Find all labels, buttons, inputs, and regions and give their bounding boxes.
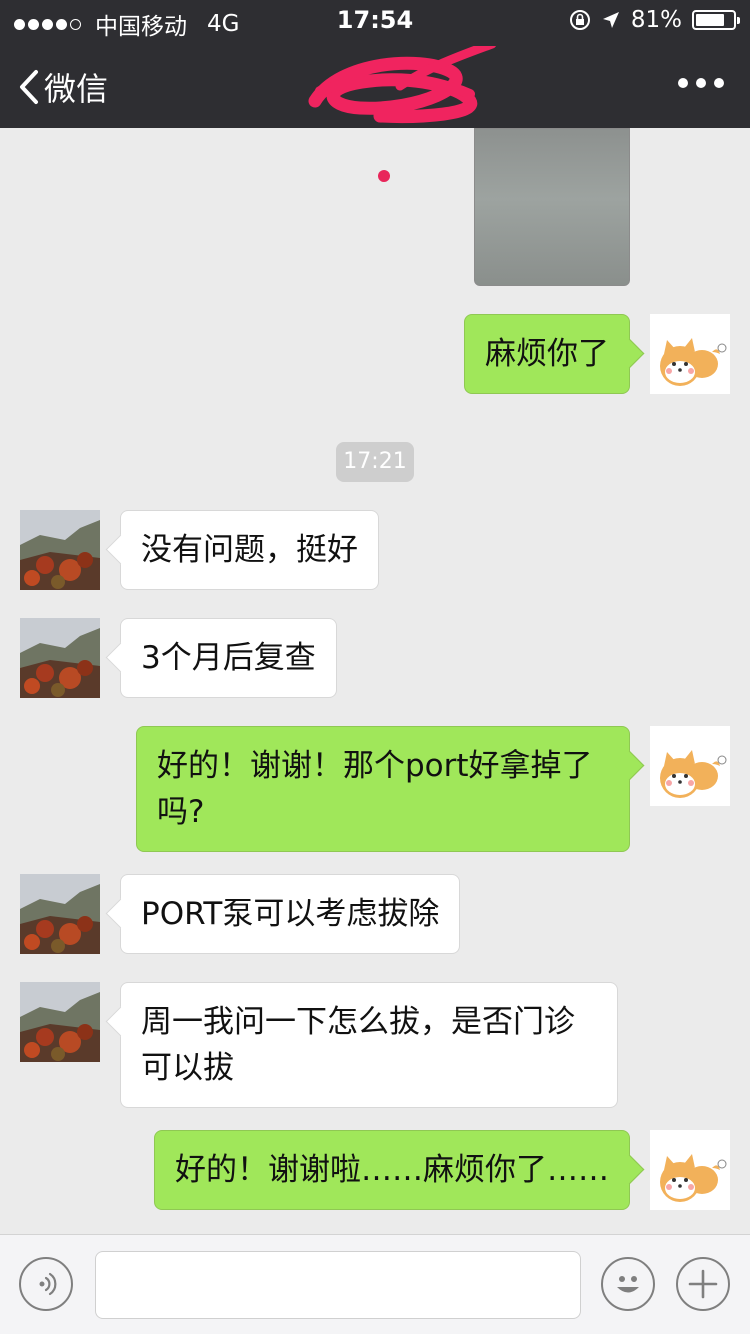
input-bar	[0, 1234, 750, 1334]
message-bubble-in[interactable]: PORT泵可以考虑拔除	[120, 874, 461, 954]
more-options-button[interactable]	[678, 78, 724, 88]
avatar-contact[interactable]	[20, 618, 100, 698]
message-row-in: 3个月后复查	[0, 618, 750, 698]
message-bubble-out[interactable]: 好的！谢谢啦……麻烦你了……	[154, 1130, 630, 1210]
mountain-avatar-icon	[20, 510, 100, 590]
unread-dot	[378, 170, 390, 182]
avatar-self[interactable]	[650, 1130, 730, 1210]
message-text: 3个月后复查	[141, 640, 316, 676]
message-row-out: 麻烦你了	[0, 314, 750, 394]
message-input[interactable]	[95, 1251, 581, 1319]
message-row-out: 好的！谢谢！那个port好拿掉了吗?	[0, 726, 750, 852]
mountain-avatar-icon	[20, 982, 100, 1062]
emoji-icon	[617, 1276, 639, 1293]
message-text: PORT泵可以考虑拔除	[141, 896, 440, 932]
battery-fill	[696, 14, 725, 26]
avatar-contact[interactable]	[20, 874, 100, 954]
redacted-chat-title	[308, 46, 497, 123]
message-row-in: PORT泵可以考虑拔除	[0, 874, 750, 954]
battery-icon	[692, 10, 740, 30]
orientation-lock-icon	[569, 10, 590, 30]
message-bubble-in[interactable]: 3个月后复查	[120, 618, 337, 698]
message-row-in: 没有问题，挺好	[0, 510, 750, 590]
message-row-out: 好的！谢谢啦……麻烦你了……	[0, 1130, 750, 1210]
message-text: 麻烦你了	[485, 336, 609, 372]
plus-icon	[688, 1269, 718, 1299]
message-text: 好的！谢谢！那个port好拿掉了吗?	[157, 748, 593, 830]
status-bar: 中国移动 4G 17:54 81%	[0, 0, 750, 40]
shiba-avatar-icon	[650, 1130, 730, 1210]
back-button[interactable]: 微信	[18, 64, 108, 110]
message-row-in: 周一我问一下怎么拔，是否门诊可以拔	[0, 982, 750, 1108]
chevron-left-icon	[20, 70, 38, 104]
message-text: 没有问题，挺好	[141, 532, 358, 568]
plus-button[interactable]	[676, 1257, 730, 1311]
message-bubble-out[interactable]: 好的！谢谢！那个port好拿掉了吗?	[136, 726, 630, 852]
message-bubble-in[interactable]: 没有问题，挺好	[120, 510, 379, 590]
back-label: 微信	[44, 70, 109, 108]
chat-area[interactable]: 麻烦你了 17:21 没有问题，挺好 3个月后复查 好的！谢谢！那个port好拿…	[0, 128, 750, 1234]
battery-percent: 81%	[630, 7, 682, 33]
status-right: 81%	[569, 7, 740, 33]
avatar-self[interactable]	[650, 726, 730, 806]
mountain-avatar-icon	[20, 874, 100, 954]
avatar-contact[interactable]	[20, 510, 100, 590]
voice-button[interactable]	[19, 1257, 73, 1311]
voice-icon	[39, 1272, 57, 1296]
shiba-avatar-icon	[650, 726, 730, 806]
avatar-contact[interactable]	[20, 982, 100, 1062]
image-message[interactable]	[474, 128, 630, 286]
message-text: 周一我问一下怎么拔，是否门诊可以拔	[141, 1004, 575, 1086]
message-text: 好的！谢谢啦……麻烦你了……	[175, 1152, 609, 1188]
timestamp-label: 17:21	[336, 442, 414, 482]
nav-bar: 微信	[0, 40, 750, 128]
emoji-button[interactable]	[601, 1257, 655, 1311]
mountain-avatar-icon	[20, 618, 100, 698]
avatar-self[interactable]	[650, 314, 730, 394]
location-arrow-icon	[602, 12, 619, 28]
shiba-avatar-icon	[650, 314, 730, 394]
message-row-image	[0, 128, 750, 286]
message-bubble-in[interactable]: 周一我问一下怎么拔，是否门诊可以拔	[120, 982, 618, 1108]
top-bar: 中国移动 4G 17:54 81% 微信	[0, 0, 750, 128]
message-bubble-out[interactable]: 麻烦你了	[464, 314, 630, 394]
